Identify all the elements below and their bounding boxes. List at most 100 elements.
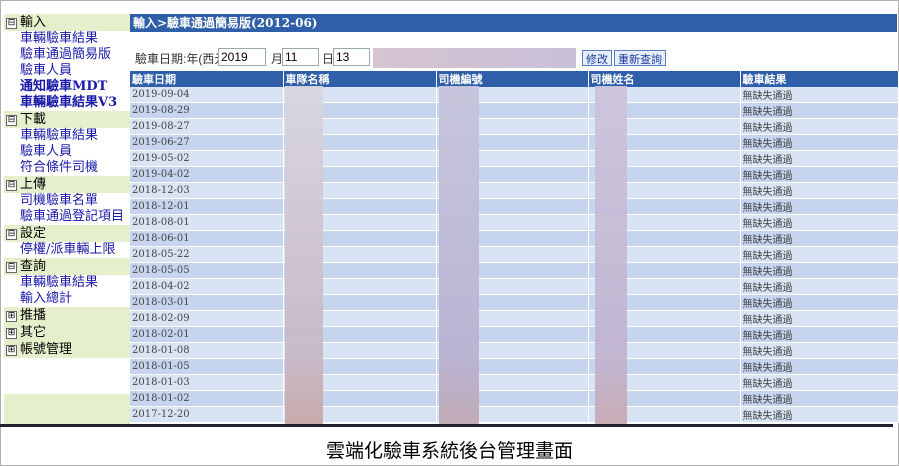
sidebar-item[interactable]: 驗車人員 [4, 144, 130, 160]
table-row[interactable]: 2019-04-02 無缺失通過 [130, 166, 899, 183]
column-header: 車隊名稱 [283, 71, 437, 87]
sidebar-section-label: 查詢 [20, 259, 47, 274]
inspection-results-table: 驗車日期 車隊名稱 司機編號 司機姓名 驗車結果 2019-09-04 無缺失通過 2019… [130, 71, 899, 423]
window-bottom-bar [0, 424, 893, 427]
table-cell: 無缺失通過 [740, 102, 899, 119]
sidebar-section-label: 帳號管理 [20, 342, 73, 357]
table-cell: 無缺失通過 [740, 326, 899, 343]
expand-icon[interactable]: ⊞ [6, 345, 17, 356]
table-cell: 2018-08-01 [130, 214, 284, 231]
table-row[interactable]: 2018-05-05 無缺失通過 [130, 262, 899, 279]
table-row[interactable]: 2019-09-04 無缺失通過 [130, 87, 899, 103]
sidebar-item[interactable]: 輸入總計 [4, 291, 130, 307]
sidebar-item[interactable]: 司機驗車名單 [4, 193, 130, 209]
table-row[interactable]: 2018-02-09 無缺失通過 [130, 310, 899, 327]
redacted-field [373, 48, 576, 68]
table-cell: 2018-04-02 [130, 278, 284, 295]
sidebar-section-2[interactable]: ⊟ 上傳 [4, 176, 130, 193]
sidebar-item[interactable]: 符合條件司機 [4, 160, 130, 176]
sidebar-section-label: 輸入 [20, 15, 47, 30]
sidebar-item[interactable]: 車輛驗車結果 [4, 31, 130, 47]
table-row[interactable]: 2019-05-02 無缺失通過 [130, 150, 899, 167]
sidebar-item[interactable]: 車輛驗車結果 [4, 128, 130, 144]
table-cell: 無缺失通過 [740, 150, 899, 167]
table-cell: 2019-04-02 [130, 166, 284, 183]
table-cell: 2019-06-27 [130, 134, 284, 151]
table-row[interactable]: 2018-12-03 無缺失通過 [130, 182, 899, 199]
table-cell: 無缺失通過 [740, 230, 899, 247]
sidebar-footer [4, 394, 130, 424]
date-label: 驗車日期:年(西元) [135, 52, 231, 66]
table-row[interactable]: 2018-01-05 無缺失通過 [130, 358, 899, 375]
sidebar-item[interactable]: 驗車通過簡易版 [4, 47, 130, 63]
table-cell: 無缺失通過 [740, 278, 899, 295]
sidebar-item[interactable]: 驗車人員 [4, 63, 130, 79]
table-row[interactable]: 2018-08-01 無缺失通過 [130, 214, 899, 231]
collapse-icon[interactable]: ⊟ [6, 115, 17, 126]
table-row[interactable]: 2017-12-20 無缺失通過 [130, 406, 899, 423]
expand-icon[interactable]: ⊞ [6, 311, 17, 322]
sidebar-item[interactable]: 車輛驗車結果V3 [4, 95, 130, 111]
modify-button[interactable]: 修改 [582, 50, 612, 66]
redacted-team-name-column [285, 86, 323, 424]
table-row[interactable]: 2018-01-08 無缺失通過 [130, 342, 899, 359]
column-header: 司機姓名 [588, 71, 741, 87]
column-header: 司機編號 [436, 71, 589, 87]
requery-button[interactable]: 重新查詢 [614, 50, 666, 66]
table-cell: 2017-12-20 [130, 406, 284, 423]
table-row[interactable]: 2018-12-01 無缺失通過 [130, 198, 899, 215]
table-row[interactable]: 2018-03-01 無缺失通過 [130, 294, 899, 311]
table-cell: 無缺失通過 [740, 390, 899, 407]
table-row[interactable]: 2019-08-27 無缺失通過 [130, 118, 899, 135]
sidebar-item[interactable]: 停權/派車輛上限 [4, 242, 130, 258]
table-row[interactable]: 2018-06-01 無缺失通過 [130, 230, 899, 247]
sidebar-nav: ⊟ 輸入 車輛驗車結果 驗車通過簡易版 驗車人員 通知驗車MDT 車輛驗車結果V3 ⊟ 下載 車輛… [4, 14, 131, 424]
table-cell: 無缺失通過 [740, 198, 899, 215]
table-cell: 無缺失通過 [740, 182, 899, 199]
table-cell: 無缺失通過 [740, 262, 899, 279]
sidebar-section-7[interactable]: ⊞ 帳號管理 [4, 341, 130, 358]
sidebar-section-4[interactable]: ⊟ 查詢 [4, 258, 130, 275]
year-input[interactable] [218, 48, 266, 66]
table-row[interactable]: 2019-06-27 無缺失通過 [130, 134, 899, 151]
month-input[interactable] [282, 48, 319, 66]
collapse-icon[interactable]: ⊟ [6, 180, 17, 191]
table-row[interactable]: 2018-01-03 無缺失通過 [130, 374, 899, 391]
table-cell: 2018-05-05 [130, 262, 284, 279]
table-cell: 2018-05-22 [130, 246, 284, 263]
table-cell: 2018-12-03 [130, 182, 284, 199]
table-body: 2019-09-04 無缺失通過 2019-08-29 無缺失通過 2019-08-27… [130, 87, 899, 423]
collapse-icon[interactable]: ⊟ [6, 229, 17, 240]
expand-icon[interactable]: ⊞ [6, 328, 17, 339]
sidebar-section-label: 上傳 [20, 177, 47, 192]
table-row[interactable]: 2018-05-22 無缺失通過 [130, 246, 899, 263]
table-cell: 2018-01-08 [130, 342, 284, 359]
sidebar-item[interactable]: 驗車通過登記項目 [4, 209, 130, 225]
table-row[interactable]: 2018-01-02 無缺失通過 [130, 390, 899, 407]
sidebar-item[interactable]: 車輛驗車結果 [4, 275, 130, 291]
table-row[interactable]: 2018-04-02 無缺失通過 [130, 278, 899, 295]
sidebar-section-6[interactable]: ⊞ 其它 [4, 324, 130, 341]
table-cell: 2018-12-01 [130, 198, 284, 215]
sidebar-section-3[interactable]: ⊟ 設定 [4, 225, 130, 242]
table-header-row: 驗車日期 車隊名稱 司機編號 司機姓名 驗車結果 [130, 71, 899, 87]
admin-app: ⊟ 輸入 車輛驗車結果 驗車通過簡易版 驗車人員 通知驗車MDT 車輛驗車結果V3 ⊟ 下載 車輛… [4, 14, 899, 424]
table-cell: 無缺失通過 [740, 118, 899, 135]
table-cell: 2019-08-27 [130, 118, 284, 135]
collapse-icon[interactable]: ⊟ [6, 18, 17, 29]
collapse-icon[interactable]: ⊟ [6, 262, 17, 273]
table-cell: 2019-08-29 [130, 102, 284, 119]
table-cell: 2018-02-01 [130, 326, 284, 343]
table-cell: 無缺失通過 [740, 406, 899, 423]
day-input[interactable] [333, 48, 370, 66]
table-row[interactable]: 2018-02-01 無缺失通過 [130, 326, 899, 343]
sidebar-section-1[interactable]: ⊟ 下載 [4, 111, 130, 128]
sidebar-section-0[interactable]: ⊟ 輸入 [4, 14, 130, 31]
sidebar-section-label: 下載 [20, 112, 47, 127]
redacted-driver-id-column [439, 86, 479, 424]
sidebar-item[interactable]: 通知驗車MDT [4, 79, 130, 95]
table-row[interactable]: 2019-08-29 無缺失通過 [130, 102, 899, 119]
sidebar-section-5[interactable]: ⊞ 推播 [4, 307, 130, 324]
table-cell: 2018-01-02 [130, 390, 284, 407]
table-cell: 2018-03-01 [130, 294, 284, 311]
